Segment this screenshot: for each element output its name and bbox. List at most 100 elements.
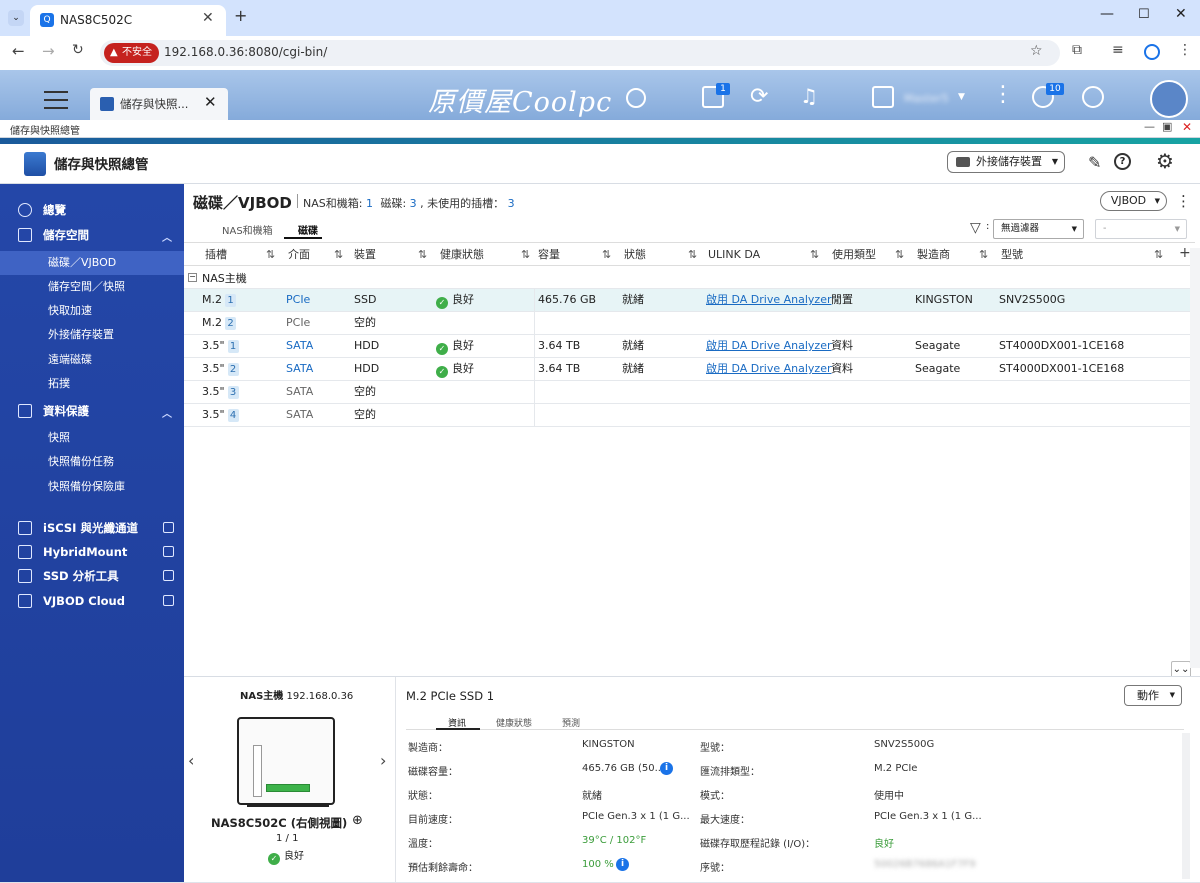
new-tab-icon[interactable]: +: [234, 6, 247, 25]
column-header[interactable]: 插槽: [205, 243, 227, 267]
search-icon[interactable]: [626, 88, 646, 108]
sidebar-item-1[interactable]: 儲存空間 ︿: [0, 223, 184, 247]
sort-icon[interactable]: ⇅: [1154, 248, 1163, 261]
sync-icon[interactable]: ⟳: [750, 84, 768, 109]
sort-icon[interactable]: ⇅: [895, 248, 904, 261]
extensions-icon[interactable]: ⧉: [1072, 42, 1082, 58]
resource-monitor-icon[interactable]: [1082, 86, 1104, 108]
window-minimize-icon[interactable]: —: [1144, 120, 1155, 133]
column-header[interactable]: 健康狀態: [440, 243, 484, 267]
table-row[interactable]: 3.5" 2 SATA HDD ✓ 良好 3.64 TB 就緒 啟用 DA Drive Anal…: [184, 358, 1195, 381]
action-button[interactable]: 動作 ▼: [1124, 685, 1182, 706]
chevron-up-icon[interactable]: ︿: [162, 227, 172, 251]
ulink-da-link[interactable]: 啟用 DA Drive Analyzer: [706, 289, 832, 311]
table-row[interactable]: 3.5" 4 SATA 空的: [184, 404, 1195, 427]
column-header[interactable]: 狀態: [624, 243, 646, 267]
sort-icon[interactable]: ⇅: [334, 248, 343, 261]
column-header[interactable]: 介面: [288, 243, 310, 267]
column-header[interactable]: 裝置: [354, 243, 376, 267]
sidebar-item-2[interactable]: 磁碟／VJBOD: [0, 251, 184, 275]
health-cell[interactable]: ✓ 良好: [436, 335, 474, 357]
tab-search-icon[interactable]: ⌄: [8, 10, 24, 26]
ulink-da-link[interactable]: 啟用 DA Drive Analyzer: [706, 335, 832, 357]
column-header[interactable]: 容量: [538, 243, 560, 267]
browser-menu-icon[interactable]: ⋮: [1178, 42, 1192, 58]
app-tab[interactable]: 儲存與快照... ✕: [90, 88, 228, 120]
user-dropdown-icon[interactable]: ▼: [958, 92, 965, 102]
interface-cell[interactable]: PCIe: [286, 289, 310, 311]
sidebar-item-7[interactable]: 拓撲: [0, 372, 184, 396]
reload-icon[interactable]: ↻: [72, 42, 84, 58]
table-row[interactable]: M.2 1 PCIe SSD ✓ 良好 465.76 GB 就緒 啟用 DA Drive Ana…: [184, 289, 1195, 312]
sidebar-item-4[interactable]: 快取加速: [0, 299, 184, 323]
table-row[interactable]: 3.5" 3 SATA 空的: [184, 381, 1195, 404]
sort-icon[interactable]: ⇅: [688, 248, 697, 261]
help-icon[interactable]: ?: [1114, 153, 1131, 170]
sort-icon[interactable]: ⇅: [266, 248, 275, 261]
tab-nas-enclosure[interactable]: NAS和機箱: [222, 222, 273, 237]
more-options-icon[interactable]: ⋮: [992, 82, 1014, 107]
close-tab-icon[interactable]: ✕: [202, 10, 214, 26]
sidebar-item-11[interactable]: 快照備份保險庫: [0, 475, 184, 499]
filter-icon[interactable]: ▽: [970, 220, 981, 236]
table-row[interactable]: M.2 2 PCIe 空的: [184, 312, 1195, 335]
group-row[interactable]: − NAS主機: [184, 266, 1195, 289]
sidebar-item-14[interactable]: SSD 分析工具: [0, 564, 184, 588]
sidebar-item-6[interactable]: 遠端磁碟: [0, 348, 184, 372]
filter-value-select[interactable]: - ▼: [1095, 219, 1187, 239]
cloud-icon[interactable]: [1150, 80, 1188, 118]
window-restore-icon[interactable]: ▣: [1162, 120, 1172, 133]
drive-bay-slot[interactable]: [253, 745, 262, 797]
bell-icon[interactable]: ♫: [800, 84, 818, 108]
sort-icon[interactable]: ⇅: [979, 248, 988, 261]
info-icon[interactable]: i: [616, 858, 629, 871]
main-menu-icon[interactable]: [44, 88, 68, 110]
column-header[interactable]: 型號: [1001, 243, 1023, 267]
prev-enclosure-icon[interactable]: ‹: [188, 751, 194, 770]
insecure-badge[interactable]: ▲ 不安全: [104, 43, 159, 63]
close-window-icon[interactable]: ✕: [1175, 6, 1187, 22]
info-icon[interactable]: i: [660, 762, 673, 775]
detail-scrollbar[interactable]: [1182, 733, 1190, 879]
sidebar-item-12[interactable]: iSCSI 與光纖通道: [0, 516, 184, 540]
profile-icon[interactable]: [1144, 44, 1160, 60]
column-header[interactable]: ULINK DA: [708, 243, 760, 267]
sidebar-item-9[interactable]: 快照: [0, 426, 184, 450]
external-link-icon[interactable]: [163, 570, 174, 581]
tools-icon[interactable]: ✎: [1088, 153, 1101, 172]
browser-tab[interactable]: Q NAS8C502C ✕: [30, 5, 226, 36]
user-icon[interactable]: [872, 86, 894, 108]
health-cell[interactable]: ✓ 良好: [436, 289, 474, 311]
sort-icon[interactable]: ⇅: [602, 248, 611, 261]
sort-icon[interactable]: ⇅: [810, 248, 819, 261]
scrollbar[interactable]: [1190, 248, 1200, 668]
column-header[interactable]: 製造商: [917, 243, 950, 267]
sidebar-item-3[interactable]: 儲存空間／快照: [0, 275, 184, 299]
external-link-icon[interactable]: [163, 522, 174, 533]
sidebar-item-0[interactable]: 總覽: [0, 198, 184, 222]
settings-gear-icon[interactable]: ⚙: [1156, 149, 1174, 173]
sidebar-item-5[interactable]: 外接儲存裝置: [0, 323, 184, 347]
bookmark-star-icon[interactable]: ☆: [1030, 43, 1043, 59]
media-icon[interactable]: ≡: [1112, 42, 1124, 58]
user-name[interactable]: Master5: [904, 92, 949, 105]
sidebar-item-15[interactable]: VJBOD Cloud: [0, 589, 184, 613]
sort-icon[interactable]: ⇅: [521, 248, 530, 261]
next-enclosure-icon[interactable]: ›: [380, 751, 386, 770]
ulink-da-link[interactable]: 啟用 DA Drive Analyzer: [706, 358, 832, 380]
external-link-icon[interactable]: [163, 546, 174, 557]
column-header[interactable]: 使用類型: [832, 243, 876, 267]
m2-slot-highlight[interactable]: [266, 784, 310, 792]
interface-cell[interactable]: SATA: [286, 335, 313, 357]
chevron-up-icon[interactable]: ︿: [162, 403, 172, 427]
tab-disks[interactable]: 磁碟: [298, 222, 318, 237]
filter-select[interactable]: 無過濾器 ▼: [993, 219, 1084, 239]
sort-icon[interactable]: ⇅: [418, 248, 427, 261]
back-icon[interactable]: ←: [12, 42, 25, 60]
interface-cell[interactable]: SATA: [286, 358, 313, 380]
health-cell[interactable]: ✓ 良好: [436, 358, 474, 380]
window-close-icon[interactable]: ✕: [1182, 120, 1192, 134]
page-more-icon[interactable]: ⋮: [1176, 192, 1191, 210]
zoom-icon[interactable]: ⊕: [352, 813, 363, 828]
close-app-tab-icon[interactable]: ✕: [204, 93, 217, 111]
